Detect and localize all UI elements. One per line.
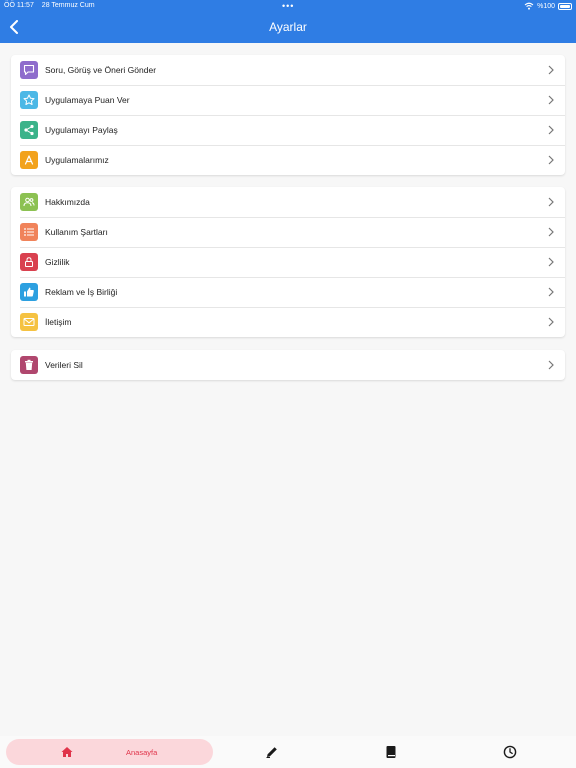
- settings-group-data: Verileri Sil: [11, 350, 565, 380]
- settings-group-feedback: Soru, Görüş ve Öneri Gönder Uygulamaya P…: [11, 55, 565, 175]
- wifi-icon: [524, 2, 534, 10]
- menu-item-label: Uygulamayı Paylaş: [45, 125, 118, 135]
- mail-icon: [20, 313, 38, 331]
- chevron-right-icon: [548, 227, 554, 237]
- list-icon: [20, 223, 38, 241]
- status-time: ÖÖ 11:57: [4, 2, 34, 9]
- menu-item-label: Verileri Sil: [45, 360, 83, 370]
- app-header: ÖÖ 11:57 28 Temmuz Cum ••• %100 Ayarlar: [0, 0, 576, 43]
- lock-icon: [20, 253, 38, 271]
- chevron-right-icon: [548, 287, 554, 297]
- menu-item-label: İletişim: [45, 317, 72, 327]
- tab-write[interactable]: [265, 745, 279, 759]
- tab-home[interactable]: Anasayfa: [6, 739, 213, 765]
- chevron-right-icon: [548, 95, 554, 105]
- status-date: 28 Temmuz Cum: [41, 2, 95, 9]
- menu-item-advertising[interactable]: Reklam ve İş Birliği: [11, 277, 565, 307]
- star-icon: [20, 91, 38, 109]
- menu-item-label: Hakkımızda: [45, 197, 90, 207]
- status-bar: ÖÖ 11:57 28 Temmuz Cum ••• %100: [0, 0, 576, 12]
- menu-item-our-apps[interactable]: Uygulamalarımız: [11, 145, 565, 175]
- chevron-right-icon: [548, 197, 554, 207]
- menu-item-label: Uygulamalarımız: [45, 155, 109, 165]
- menu-item-label: Kullanım Şartları: [45, 227, 108, 237]
- tab-book[interactable]: [384, 745, 398, 759]
- app-store-icon: [20, 151, 38, 169]
- home-icon: [61, 747, 73, 757]
- menu-item-label: Soru, Görüş ve Öneri Gönder: [45, 65, 157, 75]
- menu-item-send-feedback[interactable]: Soru, Görüş ve Öneri Gönder: [11, 55, 565, 85]
- tab-history[interactable]: [503, 745, 517, 759]
- multitasking-dots[interactable]: •••: [282, 1, 294, 11]
- chevron-right-icon: [548, 360, 554, 370]
- tab-home-label: Anasayfa: [126, 748, 158, 757]
- trash-icon: [20, 356, 38, 374]
- chevron-right-icon: [548, 317, 554, 327]
- bottom-tab-bar: Anasayfa: [0, 736, 576, 768]
- menu-item-label: Uygulamaya Puan Ver: [45, 95, 130, 105]
- chevron-right-icon: [548, 125, 554, 135]
- chevron-right-icon: [548, 65, 554, 75]
- menu-item-rate-app[interactable]: Uygulamaya Puan Ver: [11, 85, 565, 115]
- menu-item-about-us[interactable]: Hakkımızda: [11, 187, 565, 217]
- menu-item-label: Reklam ve İş Birliği: [45, 287, 118, 297]
- menu-item-contact[interactable]: İletişim: [11, 307, 565, 337]
- menu-item-terms-of-use[interactable]: Kullanım Şartları: [11, 217, 565, 247]
- people-icon: [20, 193, 38, 211]
- settings-group-info: Hakkımızda Kullanım Şartları Gizlilik Re…: [11, 187, 565, 337]
- chevron-right-icon: [548, 257, 554, 267]
- thumbs-up-icon: [20, 283, 38, 301]
- battery-percent: %100: [537, 2, 555, 10]
- menu-item-label: Gizlilik: [45, 257, 70, 267]
- battery-icon: [558, 2, 572, 10]
- menu-item-share-app[interactable]: Uygulamayı Paylaş: [11, 115, 565, 145]
- chat-icon: [20, 61, 38, 79]
- chevron-right-icon: [548, 155, 554, 165]
- share-icon: [20, 121, 38, 139]
- page-title: Ayarlar: [269, 20, 307, 34]
- menu-item-privacy[interactable]: Gizlilik: [11, 247, 565, 277]
- menu-item-delete-data[interactable]: Verileri Sil: [11, 350, 565, 380]
